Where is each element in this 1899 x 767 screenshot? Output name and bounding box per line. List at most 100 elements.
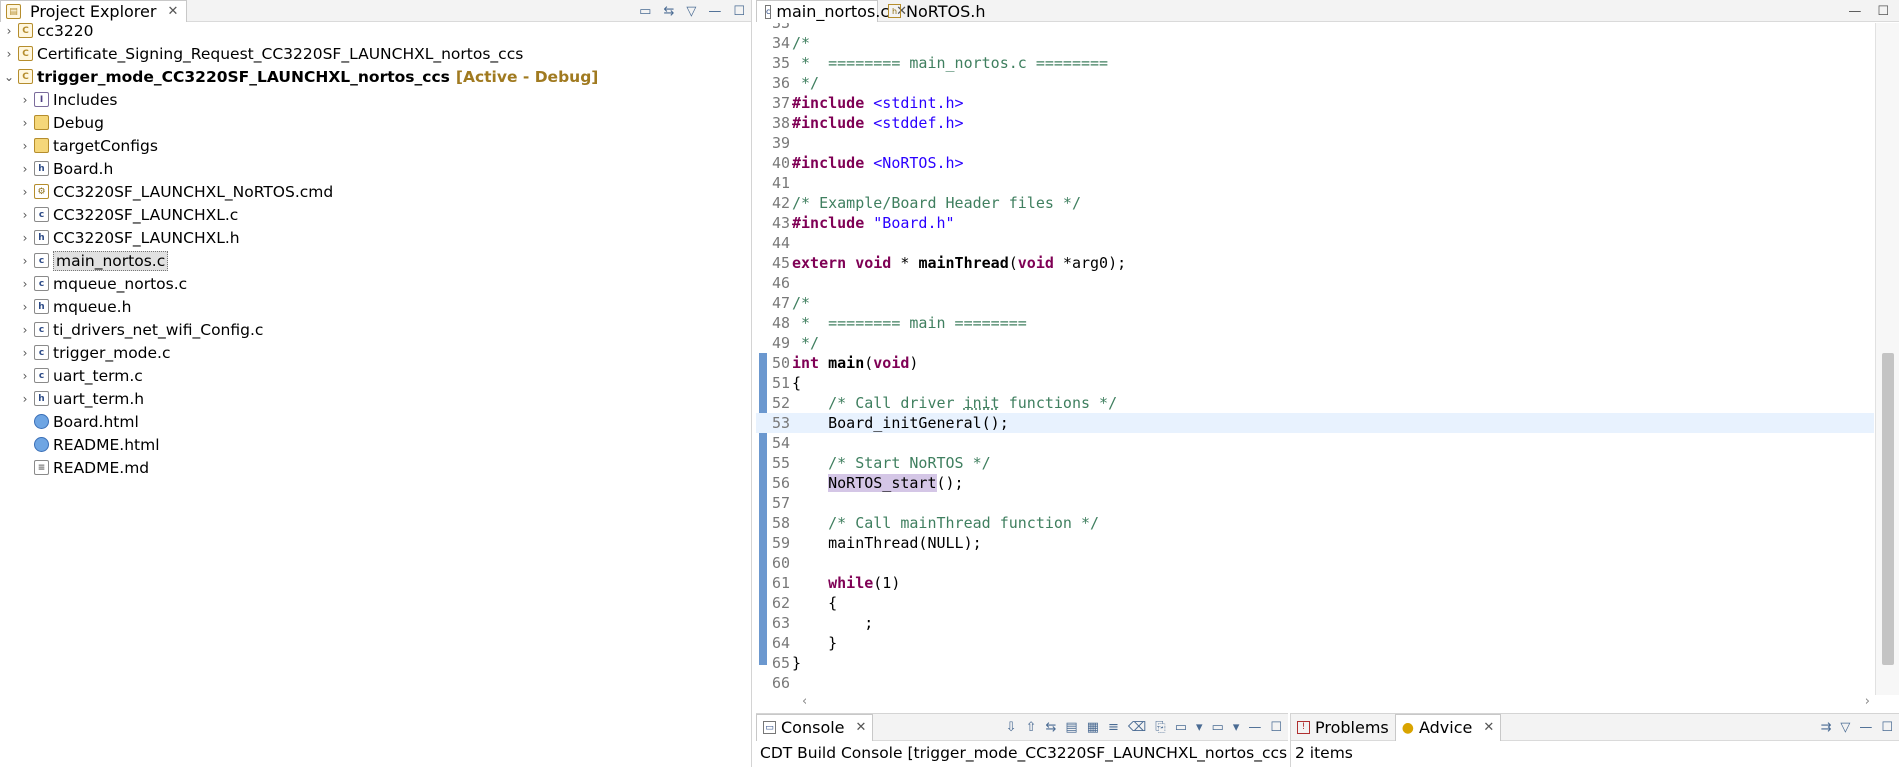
code-line[interactable]: 44 xyxy=(756,233,1874,253)
chevron-right-icon[interactable]: › xyxy=(18,139,32,153)
focus-icon[interactable]: ⇉ xyxy=(1820,720,1831,735)
code-line[interactable]: 45 extern void * mainThread(void *arg0); xyxy=(756,253,1874,273)
close-icon[interactable]: ✕ xyxy=(167,4,178,19)
tree-item[interactable]: › I Includes xyxy=(0,88,118,111)
code-line[interactable]: 53 Board_initGeneral(); xyxy=(756,413,1874,433)
tree-item[interactable]: › Debug xyxy=(0,111,104,134)
scroll-right-icon[interactable]: › xyxy=(1865,694,1870,709)
view-menu-icon[interactable]: ▽ xyxy=(686,4,696,19)
code-line[interactable]: 42/* Example/Board Header files */ xyxy=(756,193,1874,213)
tab-problems[interactable]: ! Problems xyxy=(1291,714,1395,741)
code-line[interactable]: 52 /* Call driver init functions */ xyxy=(756,393,1874,413)
scroll-lock-icon[interactable]: ⇆ xyxy=(1045,720,1056,735)
tree-item[interactable]: › targetConfigs xyxy=(0,134,158,157)
code-line[interactable]: 48 * ======== main ======== xyxy=(756,313,1874,333)
chevron-right-icon[interactable]: › xyxy=(18,277,32,291)
tree-item[interactable]: ≡ README.md xyxy=(0,456,149,479)
chevron-right-icon[interactable]: › xyxy=(2,47,16,61)
tree-item[interactable]: › c CC3220SF_LAUNCHXL.c xyxy=(0,203,239,226)
open-console-icon[interactable]: ▭ xyxy=(1212,720,1224,735)
vertical-scrollbar[interactable] xyxy=(1875,23,1899,695)
code-line[interactable]: 47/* xyxy=(756,293,1874,313)
tree-item[interactable]: › C Certificate_Signing_Request_CC3220SF_L… xyxy=(0,42,524,65)
code-line[interactable]: 49 */ xyxy=(756,333,1874,353)
word-wrap-icon[interactable]: ≡ xyxy=(1108,720,1119,735)
code-line[interactable]: 46 xyxy=(756,273,1874,293)
scroll-down-icon[interactable]: ⇩ xyxy=(1006,720,1017,735)
chevron-right-icon[interactable]: › xyxy=(18,369,32,383)
chevron-right-icon[interactable]: › xyxy=(18,93,32,107)
chevron-right-icon[interactable]: › xyxy=(18,346,32,360)
tree-item[interactable]: › c mqueue_nortos.c xyxy=(0,272,188,295)
scroll-up-icon[interactable]: ⇧ xyxy=(1026,720,1037,735)
chevron-right-icon[interactable]: › xyxy=(18,323,32,337)
link-with-editor-icon[interactable]: ⇆ xyxy=(663,4,674,19)
maximize-icon[interactable]: ☐ xyxy=(733,4,745,19)
display-console-dropdown-icon[interactable]: ▾ xyxy=(1196,720,1203,735)
minimize-icon[interactable]: — xyxy=(1848,4,1861,19)
chevron-right-icon[interactable]: › xyxy=(2,24,16,38)
minimize-icon[interactable]: — xyxy=(1859,720,1872,735)
code-line[interactable]: 37 #include <stdint.h> xyxy=(756,93,1874,113)
tree-item[interactable]: › h CC3220SF_LAUNCHXL.h xyxy=(0,226,240,249)
code-line[interactable]: 60 xyxy=(756,553,1874,573)
code-line[interactable]: 33 xyxy=(756,23,1874,33)
code-line[interactable]: 62 { xyxy=(756,593,1874,613)
code-line[interactable]: 41 xyxy=(756,173,1874,193)
code-text-area[interactable]: 33 34/* 35 * ======== main_nortos.c ======… xyxy=(756,23,1874,695)
chevron-down-icon[interactable]: ⌄ xyxy=(2,70,16,84)
code-line[interactable]: 39 xyxy=(756,133,1874,153)
tree-item[interactable]: › Ccc3220 xyxy=(0,19,94,42)
maximize-icon[interactable]: ☐ xyxy=(1270,720,1282,735)
tree-item[interactable]: README.html xyxy=(0,433,160,456)
open-console-dropdown-icon[interactable]: ▾ xyxy=(1233,720,1240,735)
code-line[interactable]: 57 xyxy=(756,493,1874,513)
display-console-icon[interactable]: ▭ xyxy=(1175,720,1187,735)
tree-item[interactable]: › c main_nortos.c xyxy=(0,249,169,272)
chevron-right-icon[interactable]: › xyxy=(18,162,32,176)
tree-item[interactable]: › c uart_term.c xyxy=(0,364,143,387)
tree-item[interactable]: › h uart_term.h xyxy=(0,387,145,410)
code-line[interactable]: 65} xyxy=(756,653,1874,673)
code-line[interactable]: 61 while(1) xyxy=(756,573,1874,593)
chevron-right-icon[interactable]: › xyxy=(18,208,32,222)
collapse-all-icon[interactable]: ▭ xyxy=(639,4,651,19)
code-line[interactable]: 35 * ======== main_nortos.c ======== xyxy=(756,53,1874,73)
minimize-icon[interactable]: — xyxy=(708,4,721,19)
code-line[interactable]: 43 #include "Board.h" xyxy=(756,213,1874,233)
chevron-right-icon[interactable]: › xyxy=(18,392,32,406)
tab-main-nortos-c[interactable]: c main_nortos.c ✕ xyxy=(756,0,907,22)
show-console-icon[interactable]: ▤ xyxy=(1065,720,1077,735)
code-line[interactable]: 56 NoRTOS_start(); xyxy=(756,473,1874,493)
code-line[interactable]: 36 */ xyxy=(756,73,1874,93)
tab-console[interactable]: ▭ Console ✕ xyxy=(756,713,874,741)
code-line[interactable]: 63 ; xyxy=(756,613,1874,633)
code-line[interactable]: 59 mainThread(NULL); xyxy=(756,533,1874,553)
close-icon[interactable]: ✕ xyxy=(856,720,867,735)
code-line[interactable]: 66 xyxy=(756,673,1874,693)
maximize-icon[interactable]: ☐ xyxy=(1881,720,1893,735)
code-line[interactable]: 54 xyxy=(756,433,1874,453)
chevron-right-icon[interactable]: › xyxy=(18,116,32,130)
scrollbar-thumb[interactable] xyxy=(1882,353,1894,665)
chevron-right-icon[interactable]: › xyxy=(18,300,32,314)
code-line[interactable]: 51{ xyxy=(756,373,1874,393)
scroll-left-icon[interactable]: ‹ xyxy=(802,694,807,709)
code-line[interactable]: 34/* xyxy=(756,33,1874,53)
chevron-right-icon[interactable]: › xyxy=(18,254,32,268)
chevron-right-icon[interactable]: › xyxy=(18,185,32,199)
horizontal-scrollbar[interactable]: ‹ › xyxy=(796,692,1876,710)
tree-item[interactable]: › c ti_drivers_net_wifi_Config.c xyxy=(0,318,264,341)
tree-item[interactable]: ⌄ Ctrigger_mode_CC3220SF_LAUNCHXL_nortos_… xyxy=(0,65,598,88)
maximize-icon[interactable]: ☐ xyxy=(1877,4,1889,19)
code-line[interactable]: 38 #include <stddef.h> xyxy=(756,113,1874,133)
tree-item[interactable]: › ⚙ CC3220SF_LAUNCHXL_NoRTOS.cmd xyxy=(0,180,334,203)
minimize-icon[interactable]: — xyxy=(1248,720,1261,735)
tab-advice[interactable]: ● Advice ✕ xyxy=(1394,713,1502,741)
tree-item[interactable]: › h Board.h xyxy=(0,157,114,180)
tree-item[interactable]: › h mqueue.h xyxy=(0,295,132,318)
code-line[interactable]: 58 /* Call mainThread function */ xyxy=(756,513,1874,533)
view-menu-icon[interactable]: ▽ xyxy=(1840,720,1850,735)
chevron-right-icon[interactable]: › xyxy=(18,231,32,245)
close-icon[interactable]: ✕ xyxy=(1483,720,1494,735)
